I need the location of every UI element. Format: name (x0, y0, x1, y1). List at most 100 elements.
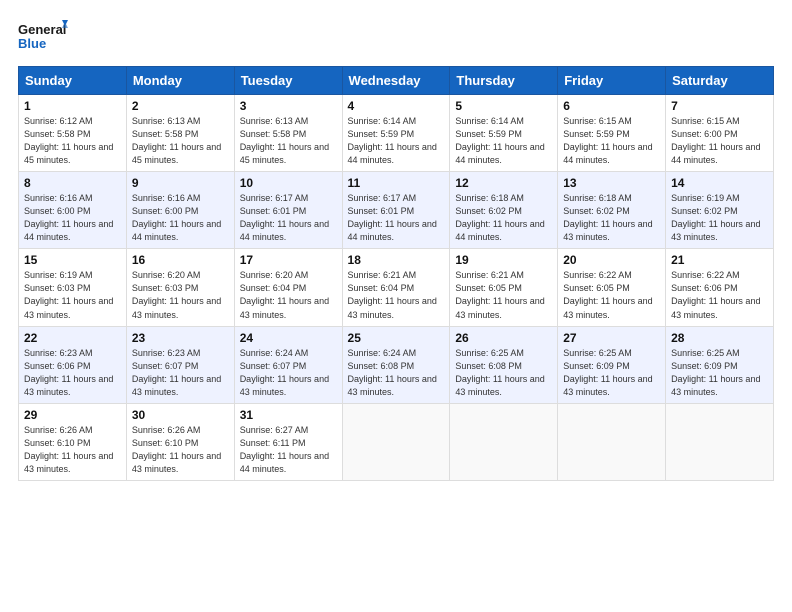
calendar-day-cell: 5 Sunrise: 6:14 AM Sunset: 5:59 PM Dayli… (450, 95, 558, 172)
calendar-week-row: 22 Sunrise: 6:23 AM Sunset: 6:06 PM Dayl… (19, 326, 774, 403)
day-number: 12 (455, 176, 552, 190)
day-info: Sunrise: 6:15 AM Sunset: 6:00 PM Dayligh… (671, 115, 768, 167)
day-number: 7 (671, 99, 768, 113)
calendar-day-cell: 8 Sunrise: 6:16 AM Sunset: 6:00 PM Dayli… (19, 172, 127, 249)
day-info: Sunrise: 6:21 AM Sunset: 6:05 PM Dayligh… (455, 269, 552, 321)
calendar-table: SundayMondayTuesdayWednesdayThursdayFrid… (18, 66, 774, 481)
calendar-day-cell (666, 403, 774, 480)
day-number: 11 (348, 176, 445, 190)
day-info: Sunrise: 6:24 AM Sunset: 6:08 PM Dayligh… (348, 347, 445, 399)
calendar-day-cell: 16 Sunrise: 6:20 AM Sunset: 6:03 PM Dayl… (126, 249, 234, 326)
day-info: Sunrise: 6:14 AM Sunset: 5:59 PM Dayligh… (455, 115, 552, 167)
calendar-day-cell: 15 Sunrise: 6:19 AM Sunset: 6:03 PM Dayl… (19, 249, 127, 326)
day-number: 24 (240, 331, 337, 345)
calendar-day-cell: 18 Sunrise: 6:21 AM Sunset: 6:04 PM Dayl… (342, 249, 450, 326)
day-info: Sunrise: 6:16 AM Sunset: 6:00 PM Dayligh… (24, 192, 121, 244)
calendar-day-cell: 7 Sunrise: 6:15 AM Sunset: 6:00 PM Dayli… (666, 95, 774, 172)
svg-text:General: General (18, 22, 66, 37)
day-info: Sunrise: 6:19 AM Sunset: 6:02 PM Dayligh… (671, 192, 768, 244)
day-number: 25 (348, 331, 445, 345)
day-info: Sunrise: 6:13 AM Sunset: 5:58 PM Dayligh… (240, 115, 337, 167)
calendar-day-cell: 12 Sunrise: 6:18 AM Sunset: 6:02 PM Dayl… (450, 172, 558, 249)
calendar-header-cell: Saturday (666, 67, 774, 95)
day-info: Sunrise: 6:16 AM Sunset: 6:00 PM Dayligh… (132, 192, 229, 244)
day-info: Sunrise: 6:26 AM Sunset: 6:10 PM Dayligh… (24, 424, 121, 476)
day-info: Sunrise: 6:25 AM Sunset: 6:08 PM Dayligh… (455, 347, 552, 399)
day-number: 4 (348, 99, 445, 113)
calendar-day-cell: 24 Sunrise: 6:24 AM Sunset: 6:07 PM Dayl… (234, 326, 342, 403)
day-number: 19 (455, 253, 552, 267)
day-number: 13 (563, 176, 660, 190)
calendar-header-cell: Sunday (19, 67, 127, 95)
calendar-week-row: 15 Sunrise: 6:19 AM Sunset: 6:03 PM Dayl… (19, 249, 774, 326)
calendar-day-cell: 11 Sunrise: 6:17 AM Sunset: 6:01 PM Dayl… (342, 172, 450, 249)
calendar-day-cell: 31 Sunrise: 6:27 AM Sunset: 6:11 PM Dayl… (234, 403, 342, 480)
calendar-day-cell: 27 Sunrise: 6:25 AM Sunset: 6:09 PM Dayl… (558, 326, 666, 403)
calendar-header-cell: Friday (558, 67, 666, 95)
calendar-day-cell (450, 403, 558, 480)
day-number: 9 (132, 176, 229, 190)
day-number: 23 (132, 331, 229, 345)
day-number: 27 (563, 331, 660, 345)
day-info: Sunrise: 6:23 AM Sunset: 6:07 PM Dayligh… (132, 347, 229, 399)
day-info: Sunrise: 6:14 AM Sunset: 5:59 PM Dayligh… (348, 115, 445, 167)
calendar-day-cell: 28 Sunrise: 6:25 AM Sunset: 6:09 PM Dayl… (666, 326, 774, 403)
page: General Blue SundayMondayTuesdayWednesda… (0, 0, 792, 612)
day-info: Sunrise: 6:15 AM Sunset: 5:59 PM Dayligh… (563, 115, 660, 167)
calendar-day-cell (342, 403, 450, 480)
logo-svg: General Blue (18, 18, 68, 56)
calendar-day-cell: 9 Sunrise: 6:16 AM Sunset: 6:00 PM Dayli… (126, 172, 234, 249)
day-number: 28 (671, 331, 768, 345)
day-number: 15 (24, 253, 121, 267)
calendar-day-cell: 10 Sunrise: 6:17 AM Sunset: 6:01 PM Dayl… (234, 172, 342, 249)
calendar-week-row: 8 Sunrise: 6:16 AM Sunset: 6:00 PM Dayli… (19, 172, 774, 249)
svg-text:Blue: Blue (18, 36, 46, 51)
calendar-day-cell: 13 Sunrise: 6:18 AM Sunset: 6:02 PM Dayl… (558, 172, 666, 249)
calendar-day-cell: 26 Sunrise: 6:25 AM Sunset: 6:08 PM Dayl… (450, 326, 558, 403)
day-number: 6 (563, 99, 660, 113)
calendar-header-row: SundayMondayTuesdayWednesdayThursdayFrid… (19, 67, 774, 95)
day-number: 30 (132, 408, 229, 422)
calendar-header-cell: Tuesday (234, 67, 342, 95)
day-number: 3 (240, 99, 337, 113)
header: General Blue (18, 18, 774, 56)
day-number: 21 (671, 253, 768, 267)
day-info: Sunrise: 6:13 AM Sunset: 5:58 PM Dayligh… (132, 115, 229, 167)
calendar-day-cell: 29 Sunrise: 6:26 AM Sunset: 6:10 PM Dayl… (19, 403, 127, 480)
day-number: 1 (24, 99, 121, 113)
day-info: Sunrise: 6:22 AM Sunset: 6:06 PM Dayligh… (671, 269, 768, 321)
day-number: 26 (455, 331, 552, 345)
calendar-day-cell: 19 Sunrise: 6:21 AM Sunset: 6:05 PM Dayl… (450, 249, 558, 326)
calendar-header-cell: Thursday (450, 67, 558, 95)
day-info: Sunrise: 6:23 AM Sunset: 6:06 PM Dayligh… (24, 347, 121, 399)
day-info: Sunrise: 6:21 AM Sunset: 6:04 PM Dayligh… (348, 269, 445, 321)
calendar-day-cell: 3 Sunrise: 6:13 AM Sunset: 5:58 PM Dayli… (234, 95, 342, 172)
day-number: 8 (24, 176, 121, 190)
calendar-day-cell: 4 Sunrise: 6:14 AM Sunset: 5:59 PM Dayli… (342, 95, 450, 172)
day-number: 14 (671, 176, 768, 190)
day-number: 31 (240, 408, 337, 422)
day-number: 16 (132, 253, 229, 267)
calendar-day-cell: 1 Sunrise: 6:12 AM Sunset: 5:58 PM Dayli… (19, 95, 127, 172)
day-info: Sunrise: 6:17 AM Sunset: 6:01 PM Dayligh… (240, 192, 337, 244)
calendar-day-cell: 30 Sunrise: 6:26 AM Sunset: 6:10 PM Dayl… (126, 403, 234, 480)
calendar-day-cell: 25 Sunrise: 6:24 AM Sunset: 6:08 PM Dayl… (342, 326, 450, 403)
calendar-day-cell: 23 Sunrise: 6:23 AM Sunset: 6:07 PM Dayl… (126, 326, 234, 403)
day-info: Sunrise: 6:19 AM Sunset: 6:03 PM Dayligh… (24, 269, 121, 321)
logo: General Blue (18, 18, 68, 56)
day-info: Sunrise: 6:17 AM Sunset: 6:01 PM Dayligh… (348, 192, 445, 244)
day-info: Sunrise: 6:25 AM Sunset: 6:09 PM Dayligh… (671, 347, 768, 399)
day-info: Sunrise: 6:26 AM Sunset: 6:10 PM Dayligh… (132, 424, 229, 476)
day-number: 17 (240, 253, 337, 267)
day-info: Sunrise: 6:18 AM Sunset: 6:02 PM Dayligh… (455, 192, 552, 244)
day-info: Sunrise: 6:24 AM Sunset: 6:07 PM Dayligh… (240, 347, 337, 399)
day-number: 2 (132, 99, 229, 113)
day-number: 18 (348, 253, 445, 267)
calendar-day-cell: 21 Sunrise: 6:22 AM Sunset: 6:06 PM Dayl… (666, 249, 774, 326)
day-info: Sunrise: 6:25 AM Sunset: 6:09 PM Dayligh… (563, 347, 660, 399)
calendar-day-cell: 17 Sunrise: 6:20 AM Sunset: 6:04 PM Dayl… (234, 249, 342, 326)
calendar-day-cell (558, 403, 666, 480)
calendar-header-cell: Wednesday (342, 67, 450, 95)
calendar-day-cell: 6 Sunrise: 6:15 AM Sunset: 5:59 PM Dayli… (558, 95, 666, 172)
calendar-week-row: 29 Sunrise: 6:26 AM Sunset: 6:10 PM Dayl… (19, 403, 774, 480)
